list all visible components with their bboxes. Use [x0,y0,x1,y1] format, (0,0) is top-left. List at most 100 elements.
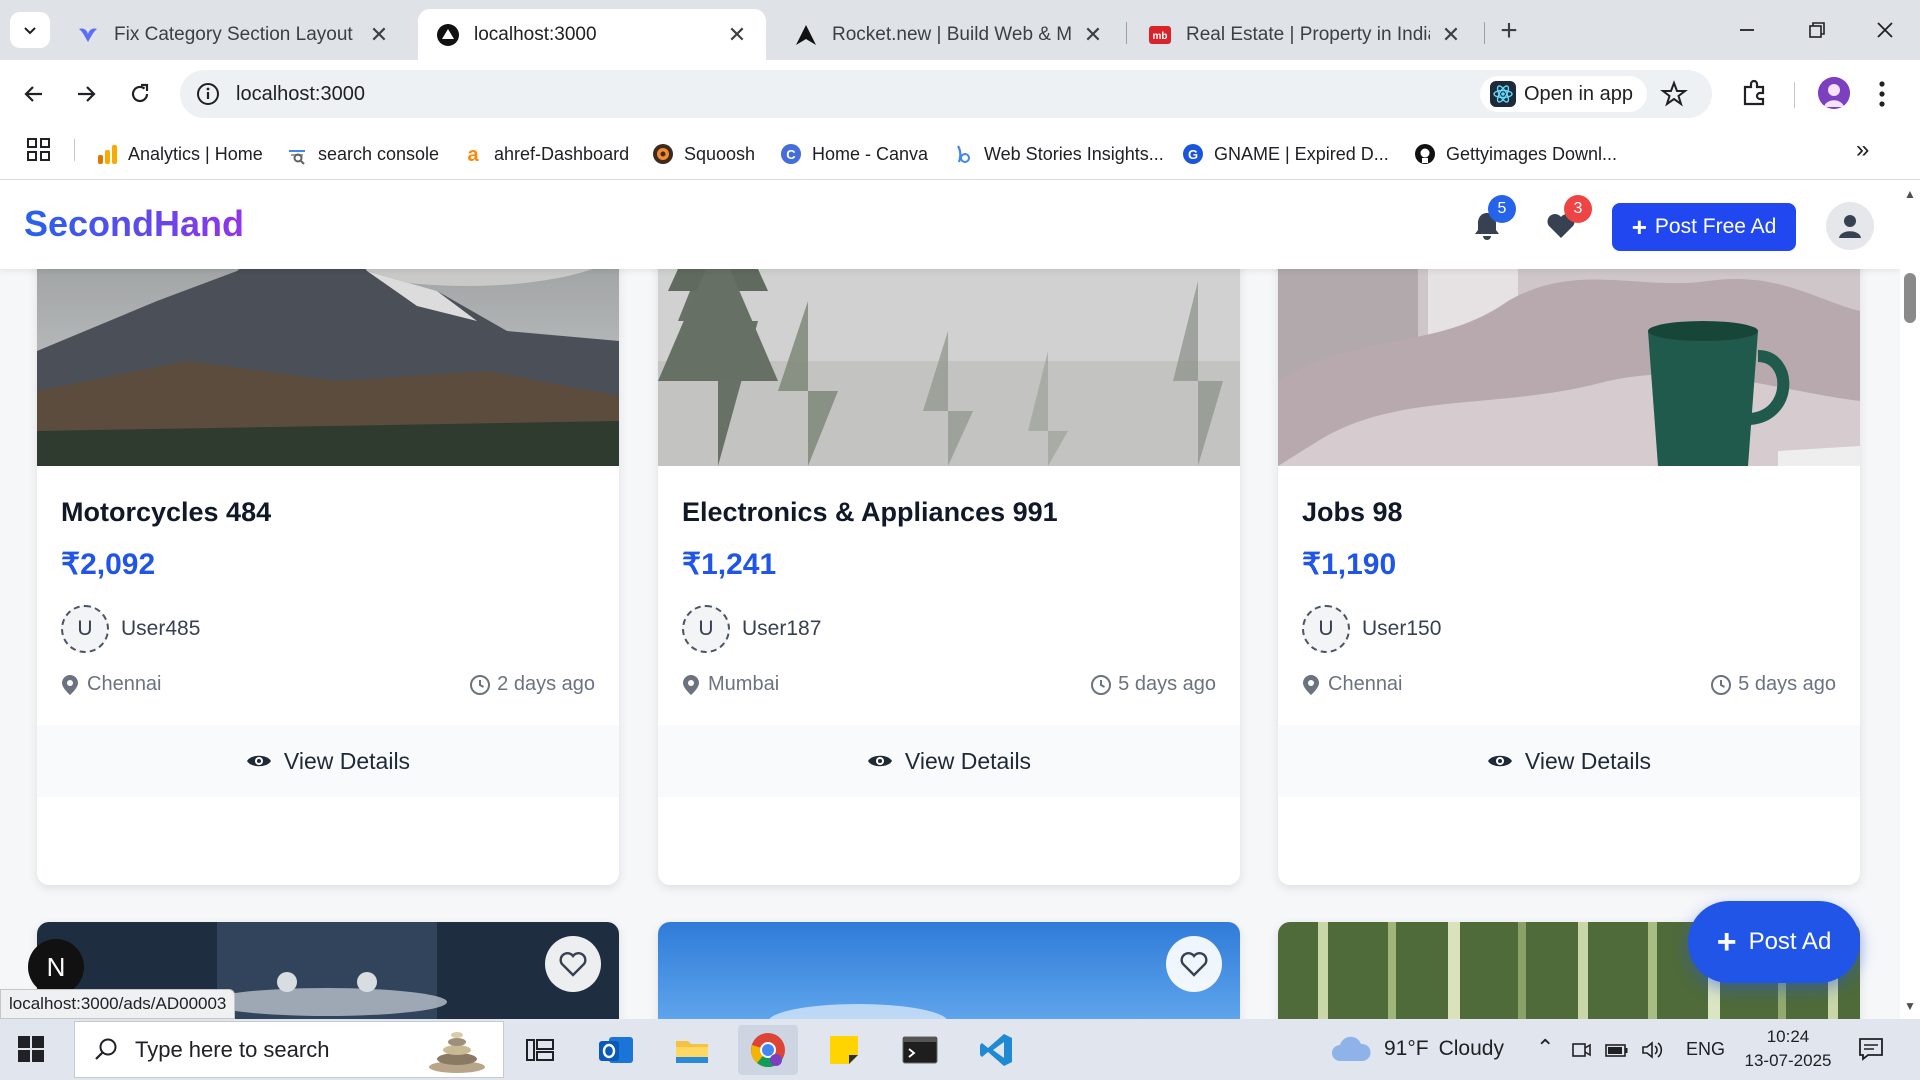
listing-title[interactable]: Motorcycles 484 [61,497,271,528]
search-icon [95,1038,117,1060]
tab-fix-category[interactable]: Fix Category Section Layout and ✕ [58,9,408,60]
bookmark-ahrefs[interactable]: a ahref-Dashboard [462,140,629,168]
tab-search-button[interactable] [10,12,50,48]
view-details-button[interactable]: View Details [37,725,619,797]
reload-button[interactable] [124,78,156,110]
bookmark-gname[interactable]: G GNAME | Expired D... [1182,140,1389,168]
back-button[interactable] [18,78,50,110]
taskbar-search-placeholder: Type here to search [135,1036,330,1062]
listing-title[interactable]: Jobs 98 [1302,497,1403,528]
notification-center-icon[interactable] [1858,1037,1884,1061]
open-in-app-button[interactable]: Open in app [1480,76,1647,112]
volume-icon[interactable] [1640,1039,1664,1061]
ahrefs-icon: a [467,144,479,165]
more-menu-icon[interactable] [1872,78,1892,110]
listing-card[interactable] [658,922,1240,1019]
toolbar-separator [1794,82,1795,108]
favorite-button[interactable] [1166,936,1222,992]
site-info-icon[interactable] [194,80,222,108]
bookmark-web-stories[interactable]: Web Stories Insights... [952,140,1164,168]
restore-button[interactable] [1794,8,1840,52]
clock-icon [470,674,491,695]
close-window-button[interactable] [1862,8,1908,52]
view-details-button[interactable]: View Details [1278,725,1860,797]
weather-widget[interactable]: 91°F Cloudy [1330,1035,1504,1063]
site-logo[interactable]: SecondHand [24,203,244,245]
favorite-button[interactable] [545,936,601,992]
close-icon[interactable]: ✕ [1082,22,1104,48]
weather-temperature: 91°F [1384,1037,1429,1060]
listing-card[interactable]: Electronics & Appliances 991 ₹1,241 U Us… [658,181,1240,885]
new-tab-button[interactable]: + [1494,14,1524,48]
outlook-app[interactable] [586,1025,646,1075]
close-icon [1877,22,1893,38]
bookmark-analytics[interactable]: Analytics | Home [96,140,263,168]
bookmark-canva[interactable]: C Home - Canva [780,140,928,168]
tab-localhost[interactable]: localhost:3000 ✕ [418,9,766,60]
seller-avatar: U [61,605,109,653]
chrome-app[interactable] [738,1025,798,1075]
restore-icon [1809,22,1825,38]
map-pin-icon [683,674,699,695]
minimize-button[interactable] [1724,8,1770,52]
nextjs-dev-indicator[interactable]: N [28,939,84,995]
listing-title[interactable]: Electronics & Appliances 991 [682,497,1058,528]
bookmark-star-icon[interactable] [1660,80,1688,108]
tab-title: Real Estate | Property in India | P [1186,23,1430,45]
close-icon[interactable]: ✕ [368,22,390,48]
apps-grid-icon[interactable] [26,137,52,163]
taskbar-search-box[interactable]: Type here to search [74,1021,504,1078]
chevron-up-icon[interactable]: ⌃ [1536,1035,1554,1061]
scroll-down-icon[interactable]: ▼ [1904,999,1916,1013]
file-explorer-app[interactable] [662,1025,722,1075]
post-ad-label: Post Ad [1748,928,1832,955]
sticky-notes-app[interactable] [814,1025,874,1075]
minimize-icon [1740,29,1754,31]
seller-name: User150 [1362,617,1442,640]
magicbricks-icon: mb [1148,23,1172,47]
bookmarks-overflow-button[interactable]: » [1856,136,1869,164]
bookmark-label: Home - Canva [812,143,929,164]
extensions-puzzle-icon[interactable] [1740,78,1770,108]
outlook-icon [599,1037,633,1063]
react-logo-icon [1490,81,1516,107]
url-text[interactable]: localhost:3000 [236,83,365,106]
scroll-up-icon[interactable]: ▲ [1904,187,1916,201]
view-details-label: View Details [283,747,411,774]
language-indicator[interactable]: ENG [1686,1039,1725,1060]
listing-card[interactable]: Motorcycles 484 ₹2,092 U User485 Chennai… [37,181,619,885]
vscode-app[interactable] [966,1025,1026,1075]
scrollbar-thumb[interactable] [1904,273,1916,323]
user-menu-button[interactable] [1826,202,1874,250]
bookmark-gettyimages[interactable]: Gettyimages Downl... [1414,140,1617,168]
svg-text:mb: mb [1153,31,1168,42]
search-highlight-stones-icon [429,1031,485,1073]
tab-real-estate[interactable]: mb Real Estate | Property in India | P ✕ [1130,9,1480,60]
terminal-app[interactable] [890,1025,950,1075]
close-icon[interactable]: ✕ [726,22,748,48]
battery-icon[interactable] [1604,1039,1630,1061]
tab-rocket[interactable]: Rocket.new | Build Web & Mobile ✕ [776,9,1122,60]
windows-start-icon[interactable] [18,1036,44,1062]
page-scrollbar[interactable]: ▲ ▼ [1900,181,1920,1019]
close-icon[interactable]: ✕ [1440,22,1462,48]
listing-image-blue-sky[interactable] [658,922,1240,1019]
svg-text:a: a [467,144,479,165]
profile-avatar-icon[interactable] [1818,77,1850,109]
meet-now-icon[interactable] [1570,1039,1592,1061]
svg-text:G: G [1188,147,1198,162]
site-header: SecondHand 5 3 + Post Free Ad [0,181,1900,269]
listing-card[interactable]: Jobs 98 ₹1,190 U User150 Chennai 5 days … [1278,181,1860,885]
bookmark-search-console[interactable]: search console [286,140,439,168]
taskbar-clock[interactable]: 10:24 13-07-2025 [1740,1025,1836,1073]
post-free-ad-button[interactable]: + Post Free Ad [1612,203,1796,251]
task-view-button[interactable] [510,1025,570,1075]
view-details-button[interactable]: View Details [658,725,1240,797]
bookmark-squoosh[interactable]: Squoosh [652,140,755,168]
plus-icon: + [1716,922,1737,961]
seller-avatar: U [1302,605,1350,653]
floating-post-ad-button[interactable]: + Post Ad [1688,901,1860,983]
forward-button[interactable] [70,78,102,110]
search-console-icon [289,150,305,165]
address-bar[interactable]: localhost:3000 Open in app [180,70,1712,118]
